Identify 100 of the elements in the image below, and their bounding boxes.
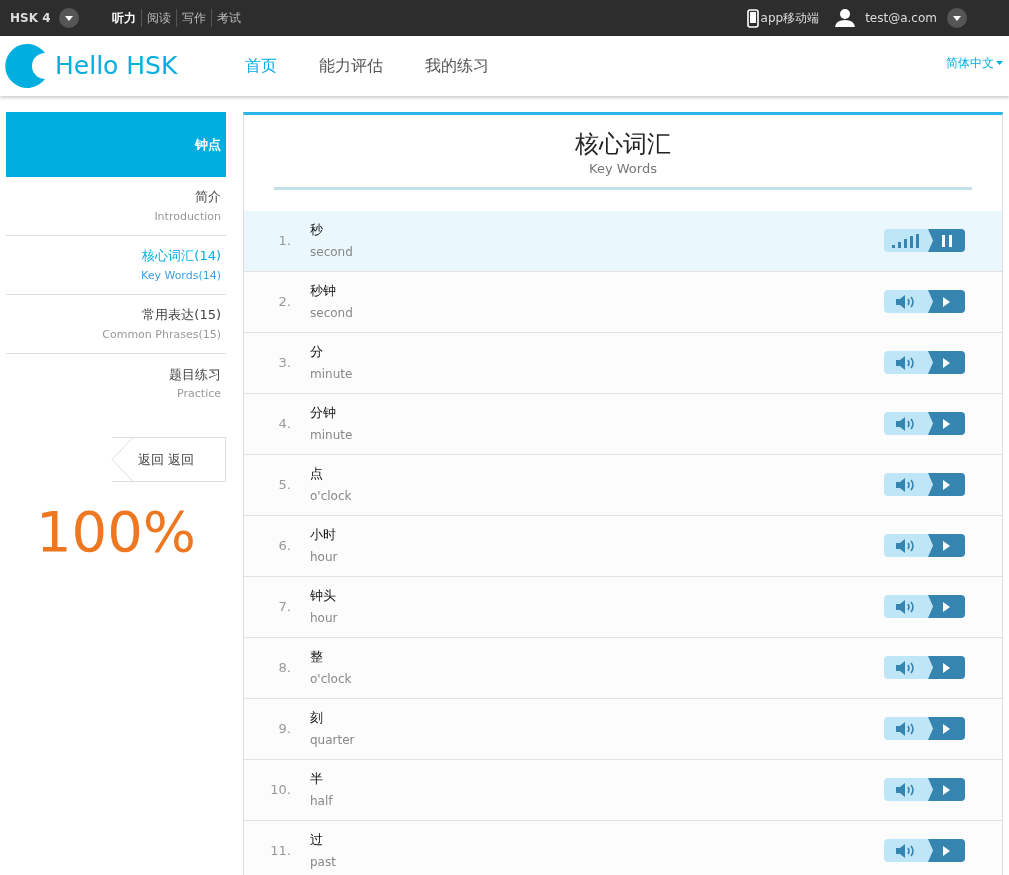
word-text: 过 — [310, 831, 324, 850]
word-meaning: minute — [310, 426, 354, 444]
play-icon — [943, 723, 950, 734]
audio-control[interactable] — [884, 778, 965, 801]
play-icon — [943, 296, 950, 307]
notch-icon — [928, 412, 934, 435]
word-text: 整 — [310, 648, 324, 667]
notch-icon — [928, 839, 934, 862]
pause-icon — [941, 234, 952, 247]
section-link[interactable]: 考试 — [210, 9, 246, 27]
notch-icon — [928, 534, 934, 557]
speaker-icon — [895, 415, 917, 432]
word-number: 11. — [269, 841, 291, 860]
phone-icon — [746, 8, 759, 28]
word-number: 3. — [277, 353, 291, 372]
sidebar-item[interactable]: 常用表达(15) Common Phrases(15) — [6, 295, 226, 354]
word-number: 5. — [277, 475, 291, 494]
play-icon — [943, 784, 950, 795]
audio-control[interactable] — [884, 229, 965, 252]
speaker-icon — [895, 537, 917, 554]
word-meaning: o'clock — [310, 487, 353, 505]
level-label: HSK 4 — [10, 10, 51, 27]
audio-control[interactable] — [884, 839, 965, 862]
word-meaning: half — [310, 792, 334, 810]
word-number: 2. — [277, 292, 291, 311]
word-number: 9. — [277, 719, 291, 738]
speaker-icon — [895, 354, 917, 371]
notch-icon — [928, 351, 934, 374]
play-icon — [943, 357, 950, 368]
play-icon — [943, 540, 950, 551]
caret-icon — [64, 15, 73, 21]
app-link[interactable]: app移动端 — [760, 9, 820, 27]
notch-icon — [928, 656, 934, 679]
back-button[interactable]: 返回 返回 — [112, 437, 226, 482]
audio-control[interactable] — [884, 595, 965, 618]
section-link[interactable]: 写作 — [175, 9, 211, 27]
audio-control[interactable] — [884, 473, 965, 496]
word-text: 秒 — [310, 221, 324, 240]
word-number: 10. — [269, 780, 291, 799]
speaker-icon — [895, 720, 917, 737]
word-meaning: quarter — [310, 731, 356, 749]
user-icon — [835, 9, 856, 27]
audio-control[interactable] — [884, 717, 965, 740]
word-number: 8. — [277, 658, 291, 677]
word-meaning: second — [310, 304, 354, 322]
notch-icon — [928, 595, 934, 618]
progress-percent: 100% — [34, 504, 198, 560]
word-text: 钟头 — [310, 587, 337, 606]
speaker-icon — [895, 476, 917, 493]
word-text: 秒钟 — [310, 282, 337, 301]
word-meaning: hour — [310, 609, 339, 627]
sidebar-item[interactable]: 题目练习 Practice — [6, 354, 226, 413]
word-number: 6. — [277, 536, 291, 555]
nav-link[interactable]: 能力评估 — [319, 54, 384, 78]
audio-control[interactable] — [884, 534, 965, 557]
play-icon — [943, 601, 950, 612]
word-number: 7. — [277, 597, 291, 616]
speaker-icon — [895, 293, 917, 310]
logo-text: Hello HSK — [55, 50, 178, 83]
section-link[interactable]: 阅读 — [140, 9, 176, 27]
word-meaning: hour — [310, 548, 339, 566]
caret-icon — [953, 15, 961, 21]
word-text: 分 — [310, 343, 324, 362]
audio-control[interactable] — [884, 290, 965, 313]
speaker-icon — [895, 598, 917, 615]
speaker-icon — [895, 659, 917, 676]
play-icon — [943, 479, 950, 490]
audio-control[interactable] — [884, 351, 965, 374]
word-meaning: second — [310, 243, 354, 261]
notch-icon — [928, 229, 934, 252]
user-email[interactable]: test@a.com — [865, 9, 937, 27]
play-icon — [943, 418, 950, 429]
caret-icon — [996, 61, 1003, 65]
play-icon — [943, 662, 950, 673]
sidebar-item[interactable]: 简介 Introduction — [6, 177, 226, 236]
notch-icon — [928, 473, 934, 496]
word-number: 1. — [277, 231, 291, 250]
word-text: 点 — [310, 465, 324, 484]
section-subtitle: Key Words — [589, 160, 657, 178]
level-dropdown-button[interactable] — [58, 8, 79, 28]
user-dropdown-button[interactable] — [947, 8, 967, 28]
nav-link[interactable]: 我的练习 — [425, 54, 490, 78]
word-text: 半 — [310, 770, 324, 789]
word-text: 分钟 — [310, 404, 337, 423]
section-link[interactable]: 听力 — [106, 9, 141, 27]
word-meaning: past — [310, 853, 337, 871]
audio-control[interactable] — [884, 656, 965, 679]
notch-icon — [928, 290, 934, 313]
speaker-icon — [895, 842, 917, 859]
word-text: 刻 — [310, 709, 324, 728]
play-icon — [943, 845, 950, 856]
word-number: 4. — [277, 414, 291, 433]
section-title: 核心词汇 — [575, 129, 671, 159]
notch-icon — [928, 778, 934, 801]
sidebar-title: 钟点 — [6, 112, 226, 177]
speaker-icon — [895, 781, 917, 798]
signal-bars-icon — [892, 233, 920, 248]
word-meaning: minute — [310, 365, 354, 383]
audio-control[interactable] — [884, 412, 965, 435]
notch-icon — [928, 717, 934, 740]
